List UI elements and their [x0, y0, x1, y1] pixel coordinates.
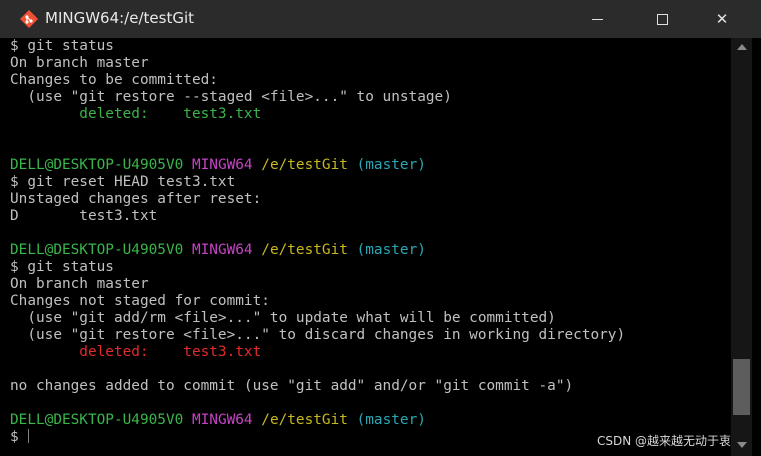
terminal-line: On branch master: [10, 55, 731, 72]
window-title: MINGW64:/e/testGit: [45, 9, 194, 27]
terminal-text-segment: /e/testGit: [261, 242, 348, 258]
terminal-text-segment: deleted: test3.txt: [10, 106, 262, 122]
terminal-line: Unstaged changes after reset:: [10, 191, 731, 208]
terminal-output[interactable]: $ git status On branch master Changes to b…: [0, 38, 731, 456]
minimize-button[interactable]: [574, 0, 620, 38]
terminal-text-segment: (use "git restore <file>..." to discard …: [10, 327, 626, 343]
terminal-text-segment: (master): [356, 157, 426, 173]
title-bar[interactable]: MINGW64:/e/testGit ✕: [0, 0, 761, 38]
terminal-text-segment: (use "git add/rm <file>..." to update wh…: [10, 310, 556, 326]
scroll-up-arrow-icon[interactable]: [737, 44, 747, 50]
terminal-text-segment: MINGW64: [191, 157, 253, 173]
scroll-down-arrow-icon[interactable]: [737, 442, 747, 448]
watermark: CSDN @越来越无动于衷: [597, 434, 732, 448]
terminal-text-segment: D test3.txt: [10, 208, 158, 224]
terminal-text-segment: (master): [356, 412, 426, 428]
terminal-line: $ git reset HEAD test3.txt: [10, 174, 731, 191]
maximize-button[interactable]: [639, 0, 685, 38]
terminal-text-segment: Unstaged changes after reset:: [10, 191, 262, 207]
terminal-text-segment: DELL@DESKTOP-U4905V0: [10, 412, 184, 428]
terminal-line: DELL@DESKTOP-U4905V0 MINGW64 /e/testGit …: [10, 242, 731, 259]
terminal-line: D test3.txt: [10, 208, 731, 225]
terminal-window: MINGW64:/e/testGit ✕ $ git status On bran…: [0, 0, 761, 456]
prompt-symbol: $: [10, 429, 19, 445]
terminal-text-segment: Changes not staged for commit:: [10, 293, 270, 309]
terminal-line: (use "git add/rm <file>..." to update wh…: [10, 310, 731, 327]
terminal-text-segment: /e/testGit: [261, 157, 348, 173]
maximize-icon: [656, 13, 668, 25]
terminal-line: Changes to be committed:: [10, 72, 731, 89]
close-button[interactable]: ✕: [699, 0, 745, 38]
terminal-text-segment: MINGW64: [191, 412, 253, 428]
close-icon: ✕: [715, 10, 729, 28]
terminal-line: On branch master: [10, 276, 731, 293]
terminal-text-segment: deleted: test3.txt: [10, 344, 262, 360]
scrollbar-thumb[interactable]: [733, 359, 750, 416]
terminal-line: (use "git restore <file>..." to discard …: [10, 327, 731, 344]
terminal-line: deleted: test3.txt: [10, 106, 731, 123]
terminal-line: deleted: test3.txt: [10, 344, 731, 361]
vertical-scrollbar[interactable]: [731, 38, 752, 456]
terminal-text-segment: no changes added to commit (use "git add…: [10, 378, 574, 394]
terminal-text-segment: $ git reset HEAD test3.txt: [10, 174, 236, 190]
window-edge: [752, 38, 761, 456]
terminal-line: Changes not staged for commit:: [10, 293, 731, 310]
text-cursor: [27, 429, 29, 443]
terminal-text-segment: DELL@DESKTOP-U4905V0: [10, 242, 184, 258]
terminal-line: no changes added to commit (use "git add…: [10, 378, 731, 395]
terminal-text-segment: MINGW64: [191, 242, 253, 258]
terminal-text-segment: (use "git restore --staged <file>..." to…: [10, 89, 452, 105]
terminal-line: (use "git restore --staged <file>..." to…: [10, 89, 731, 106]
terminal-line: $ git status: [10, 38, 731, 55]
terminal-text-segment: On branch master: [10, 276, 149, 292]
terminal-text-segment: $ git status: [10, 38, 114, 54]
terminal-text-segment: Changes to be committed:: [10, 72, 218, 88]
git-bash-icon: [19, 9, 39, 29]
terminal-line: DELL@DESKTOP-U4905V0 MINGW64 /e/testGit …: [10, 412, 731, 429]
terminal-text-segment: (master): [356, 242, 426, 258]
minimize-icon: [591, 18, 603, 20]
terminal-text-segment: /e/testGit: [261, 412, 348, 428]
terminal-line: DELL@DESKTOP-U4905V0 MINGW64 /e/testGit …: [10, 157, 731, 174]
terminal-text-segment: On branch master: [10, 55, 149, 71]
terminal-text-segment: DELL@DESKTOP-U4905V0: [10, 157, 184, 173]
terminal-text-segment: $ git status: [10, 259, 114, 275]
terminal-line: $ git status: [10, 259, 731, 276]
